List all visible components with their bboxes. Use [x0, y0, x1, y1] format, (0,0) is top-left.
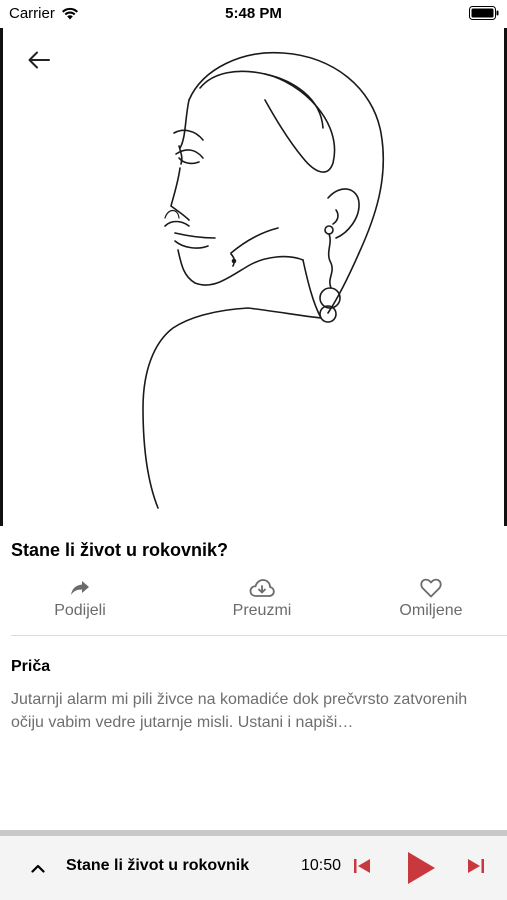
chevron-up-icon	[31, 864, 45, 873]
line-art-portrait	[142, 51, 385, 509]
favorite-button[interactable]: Omiljene	[361, 576, 501, 620]
share-icon	[70, 576, 90, 600]
expand-player-button[interactable]	[26, 856, 50, 880]
play-icon[interactable]	[405, 850, 437, 886]
favorite-label: Omiljene	[399, 602, 463, 619]
back-arrow-icon	[28, 51, 50, 69]
heart-icon	[420, 576, 442, 600]
share-button[interactable]: Podijeli	[10, 576, 150, 620]
episode-cover-image	[0, 28, 507, 526]
player-time: 10:50	[301, 857, 342, 874]
back-button[interactable]	[23, 44, 55, 76]
skip-previous-icon[interactable]	[350, 854, 374, 878]
battery-icon	[469, 6, 499, 20]
divider	[11, 635, 507, 636]
player-title: Stane li život u rokovnik	[66, 857, 250, 874]
share-label: Podijeli	[54, 602, 106, 619]
download-label: Preuzmi	[232, 602, 292, 619]
skip-next-icon[interactable]	[464, 854, 488, 878]
status-time: 5:48 PM	[225, 5, 282, 22]
story-heading: Priča	[11, 658, 51, 675]
cloud-download-icon	[249, 576, 275, 600]
download-button[interactable]: Preuzmi	[192, 576, 332, 620]
episode-actions: Podijeli Preuzmi Omiljene	[0, 576, 507, 626]
status-bar: Carrier 5:48 PM	[0, 0, 507, 28]
story-excerpt[interactable]: Jutarnji alarm mi pili živce na komadiće…	[11, 688, 481, 734]
episode-title: Stane li život u rokovnik?	[11, 540, 229, 560]
episode-screen: Carrier 5:48 PM Stane li život u rokovni…	[0, 0, 507, 900]
mini-player[interactable]: Stane li život u rokovnik 10:50	[0, 836, 507, 900]
